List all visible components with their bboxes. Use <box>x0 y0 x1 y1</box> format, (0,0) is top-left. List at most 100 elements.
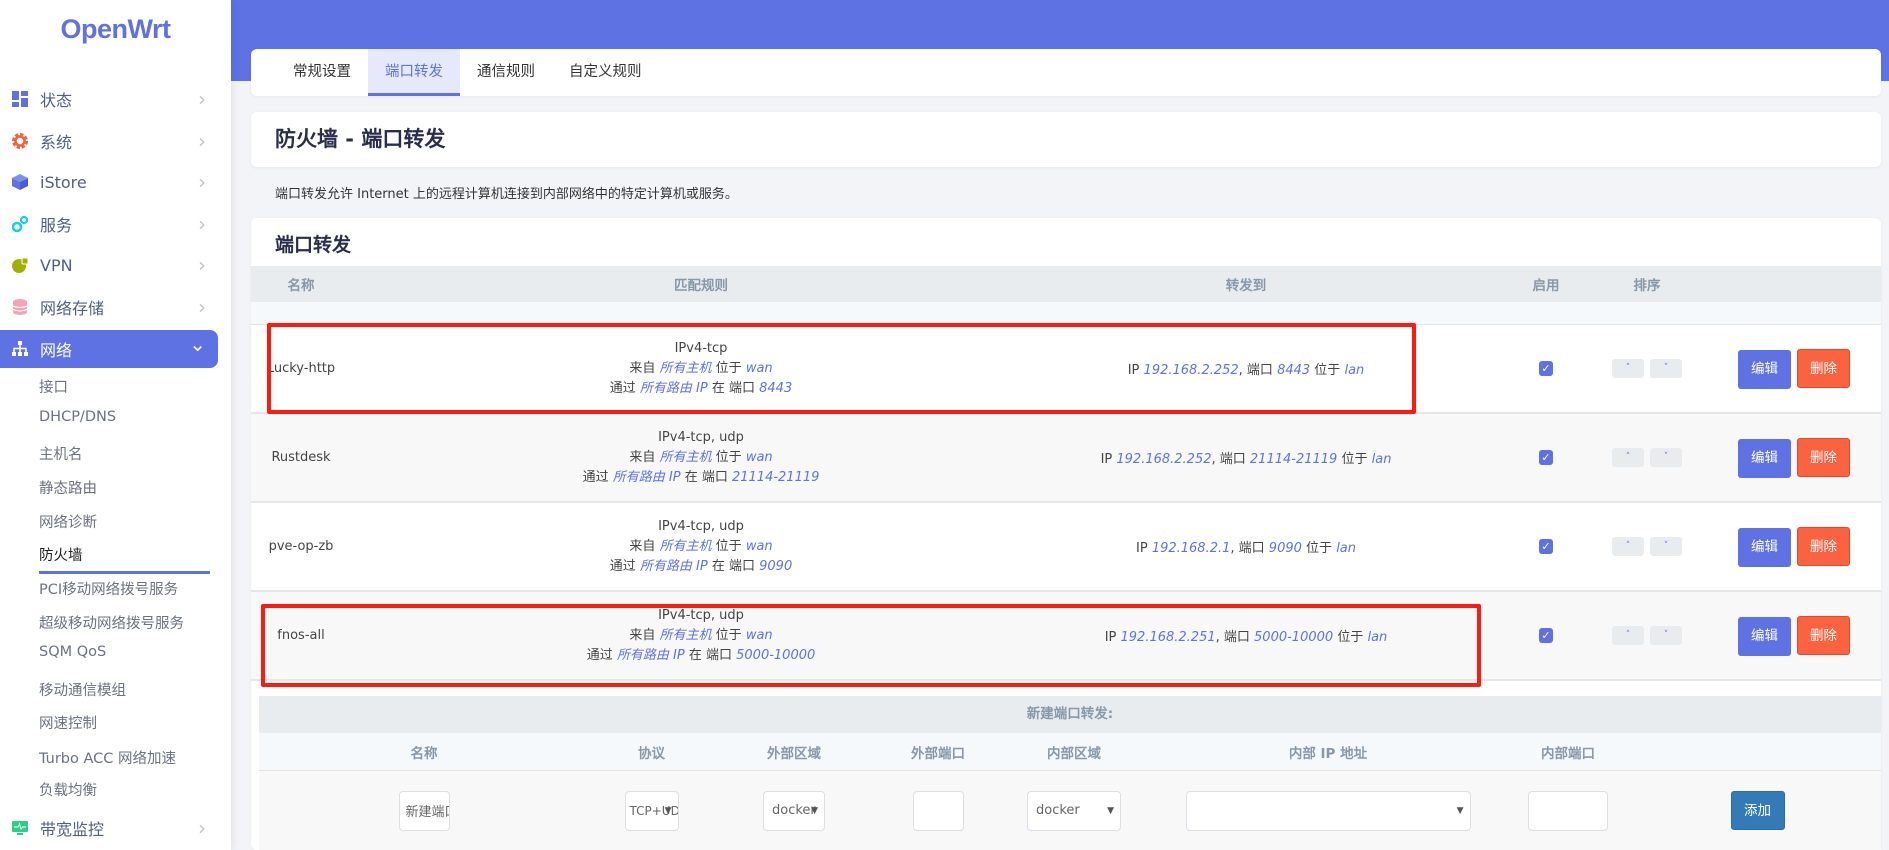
sidebar-subitem-10[interactable]: 网速控制 <box>39 712 97 733</box>
sidebar-item-4[interactable]: VPN › <box>0 246 218 284</box>
word-at-port: 在 端口 <box>684 469 728 485</box>
sidebar-subitem-4[interactable]: 网络诊断 <box>39 511 97 532</box>
highlight-box-fnos-all <box>261 604 1481 687</box>
fwd-zone-link[interactable]: lan <box>1372 452 1392 467</box>
fwd-port-link[interactable]: 21114-21119 <box>1250 452 1337 467</box>
int-port-input[interactable] <box>1528 790 1608 831</box>
enabled-checkbox[interactable]: ✓ <box>1539 361 1553 376</box>
fwd-ip-link[interactable]: 192.168.2.1 <box>1152 541 1231 556</box>
dropdown-arrow-icon: ▼ <box>664 805 672 816</box>
ext-zone-value: docker <box>772 803 816 818</box>
move-down-button[interactable]: ˅ <box>1650 626 1682 645</box>
move-up-button[interactable]: ˄ <box>1612 626 1644 645</box>
sidebar-subitem-3[interactable]: 静态路由 <box>39 477 97 498</box>
src-zone-link[interactable]: wan <box>746 539 773 554</box>
ext-zone-select[interactable]: docker ▼ <box>763 790 825 831</box>
table-spacer <box>251 302 1881 325</box>
dest-ip-link[interactable]: 所有路由 IP <box>640 559 708 574</box>
delete-button[interactable]: 删除 <box>1797 526 1850 566</box>
chevron-right-icon: › <box>198 253 206 277</box>
word-from: 来自 <box>629 538 656 554</box>
new-col-name: 名称 <box>410 745 438 762</box>
sidebar-item-7[interactable]: 带宽监控 › <box>0 809 218 847</box>
sidebar-subitem-6[interactable]: PCI移动网络拨号服务 <box>39 578 178 599</box>
fwd-ip-link[interactable]: 192.168.2.252 <box>1116 452 1211 467</box>
delete-button[interactable]: 删除 <box>1797 437 1850 477</box>
delete-button[interactable]: 删除 <box>1797 615 1850 655</box>
openwrt-logo: OpenWrt <box>60 14 172 44</box>
sidebar-subitem-2[interactable]: 主机名 <box>39 443 83 464</box>
fwd-port-link[interactable]: 9090 <box>1269 541 1302 556</box>
monitor-icon <box>12 820 28 836</box>
ext-port-input[interactable] <box>912 790 964 831</box>
fwd-zone-link[interactable]: lan <box>1336 541 1356 556</box>
protocol-select[interactable]: TCP+UDP▼ <box>624 790 679 831</box>
sidebar-item-label: 网络 <box>40 341 73 360</box>
tab-traffic-rules[interactable]: 通信规则 <box>460 49 552 96</box>
cogs-icon <box>11 215 29 233</box>
cube-icon <box>12 174 28 190</box>
gear-icon <box>12 133 28 149</box>
tab-general[interactable]: 常规设置 <box>276 49 368 96</box>
enabled-checkbox[interactable]: ✓ <box>1539 628 1553 643</box>
move-up-button[interactable]: ˄ <box>1612 448 1644 467</box>
sidebar-item-3[interactable]: 服务 › <box>0 205 218 243</box>
dropdown-arrow-icon: ▼ <box>811 805 818 816</box>
move-up-button[interactable]: ˄ <box>1612 359 1644 378</box>
sidebar-item-label: VPN <box>40 255 73 275</box>
src-host-link[interactable]: 所有主机 <box>660 539 712 554</box>
int-zone-select[interactable]: docker ▼ <box>1027 790 1121 831</box>
new-col-protocol: 协议 <box>638 745 665 762</box>
move-down-button[interactable]: ˅ <box>1650 448 1682 467</box>
sidebar-subitem-8[interactable]: SQM QoS <box>39 644 106 660</box>
move-up-button[interactable]: ˄ <box>1612 537 1644 556</box>
chevron-right-icon: › <box>198 212 206 236</box>
enabled-checkbox[interactable]: ✓ <box>1539 539 1553 554</box>
dropdown-arrow-icon: ▼ <box>1107 805 1114 816</box>
sidebar-subitem-11[interactable]: Turbo ACC 网络加速 <box>39 747 176 768</box>
new-col-int-zone: 内部区域 <box>1047 745 1101 762</box>
sidebar-item-5[interactable]: 网络存储 › <box>0 288 218 326</box>
new-col-int-ip: 内部 IP 地址 <box>1288 745 1368 762</box>
sidebar-subitem-1[interactable]: DHCP/DNS <box>39 409 116 425</box>
sidebar-subitem-5[interactable]: 防火墙 <box>39 544 210 574</box>
sidebar-item-2[interactable]: iStore › <box>0 163 218 201</box>
match-rule: IPv4-tcp, udp 来自 所有主机 位于 wan 通过 所有路由 IP 在 … <box>351 428 1051 488</box>
new-col-ext-zone: 外部区域 <box>767 745 821 762</box>
dashboard-icon <box>12 91 28 107</box>
sidebar-subitem-12[interactable]: 负载均衡 <box>39 779 97 800</box>
ext-port-link[interactable]: 9090 <box>759 559 792 574</box>
rule-name: pve-op-zb <box>268 538 334 554</box>
add-button[interactable]: 添加 <box>1730 791 1785 830</box>
new-name-placeholder: 新建端口转发 <box>405 805 449 820</box>
section-title: 端口转发 <box>275 234 352 256</box>
ext-port-link[interactable]: 21114-21119 <box>732 470 819 485</box>
sidebar-item-0[interactable]: 状态 › <box>0 80 218 118</box>
dest-ip-link[interactable]: 所有路由 IP <box>613 470 681 485</box>
sidebar-item-1[interactable]: 系统 › <box>0 122 218 160</box>
sidebar-item-6[interactable]: 网络 ⌄ <box>0 330 218 368</box>
src-zone-link[interactable]: wan <box>746 450 773 465</box>
sidebar-subitem-9[interactable]: 移动通信模组 <box>39 679 126 700</box>
tab-port-forward[interactable]: 端口转发 <box>368 49 460 96</box>
word-via: 通过 <box>609 558 636 574</box>
tab-custom-rules[interactable]: 自定义规则 <box>552 49 659 96</box>
enabled-checkbox[interactable]: ✓ <box>1539 450 1553 465</box>
word-port: , 端口 <box>1230 541 1265 556</box>
delete-button[interactable]: 删除 <box>1797 348 1850 388</box>
edit-button[interactable]: 编辑 <box>1738 527 1791 567</box>
forward-target: IP 192.168.2.1, 端口 9090 位于 lan <box>1051 537 1441 556</box>
highlight-box-lucky-http <box>267 323 1416 414</box>
move-down-button[interactable]: ˅ <box>1650 537 1682 556</box>
tab-bar: 常规设置 端口转发 通信规则 自定义规则 <box>251 49 1881 96</box>
rule-protocol: IPv4-tcp, udp <box>658 518 744 534</box>
src-host-link[interactable]: 所有主机 <box>660 450 712 465</box>
edit-button[interactable]: 编辑 <box>1738 349 1791 389</box>
edit-button[interactable]: 编辑 <box>1738 438 1791 478</box>
int-ip-select[interactable]: ▼ <box>1185 790 1471 831</box>
new-name-input[interactable]: 新建端口转发 <box>398 790 450 831</box>
move-down-button[interactable]: ˅ <box>1650 359 1682 378</box>
edit-button[interactable]: 编辑 <box>1738 616 1791 656</box>
sidebar-subitem-7[interactable]: 超级移动网络拨号服务 <box>39 612 184 633</box>
sidebar-subitem-0[interactable]: 接口 <box>39 376 68 397</box>
